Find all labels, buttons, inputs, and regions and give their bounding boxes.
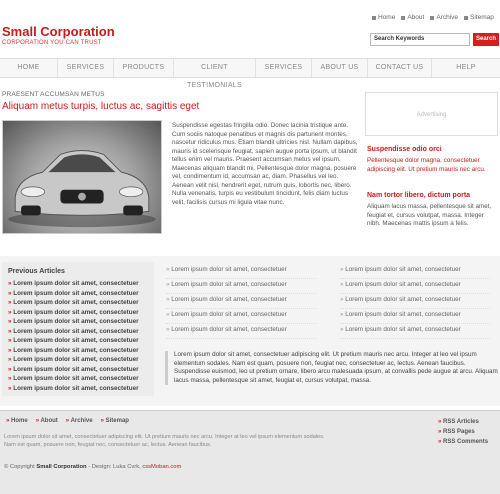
list-item[interactable]: Lorem ipsum dolor sit amet, consectetuer: [8, 365, 138, 375]
toplink-archive[interactable]: Archive: [430, 14, 458, 21]
sidebar-text-2: Aliquam lacus massa, pellentesque sit am…: [367, 203, 492, 227]
list-item[interactable]: Lorem ipsum dolor sit amet, consectetuer: [166, 309, 316, 324]
rss-links: RSS Articles RSS Pages RSS Comments: [438, 417, 488, 447]
nav-products[interactable]: PRODUCTS: [114, 59, 174, 77]
toplink-about[interactable]: About: [401, 14, 424, 21]
search-input[interactable]: Search Keywords: [370, 33, 470, 46]
list-item[interactable]: Lorem ipsum dolor sit amet, consectetuer: [166, 324, 316, 339]
links-column-2: Lorem ipsum dolor sit amet, consectetuer…: [340, 264, 490, 339]
list-item[interactable]: Lorem ipsum dolor sit amet, consectetuer: [8, 298, 138, 308]
rss-articles-link[interactable]: RSS Articles: [438, 417, 488, 427]
list-item[interactable]: Lorem ipsum dolor sit amet, consectetuer: [340, 294, 490, 309]
nav-about-us[interactable]: ABOUT US: [312, 59, 368, 77]
nav-services[interactable]: SERVICES: [58, 59, 114, 77]
list-item[interactable]: Lorem ipsum dolor sit amet, consectetuer: [166, 264, 316, 279]
list-item[interactable]: Lorem ipsum dolor sit amet, consectetuer: [8, 317, 138, 327]
rss-pages-link[interactable]: RSS Pages: [438, 427, 488, 437]
list-item[interactable]: Lorem ipsum dolor sit amet, consectetuer: [166, 279, 316, 294]
toplink-home[interactable]: Home: [372, 14, 395, 21]
footer-link-about[interactable]: About: [36, 418, 57, 424]
bullet-icon: [372, 15, 376, 20]
quote-block: Lorem ipsum dolor sit amet, consectetuer…: [165, 351, 498, 385]
breadcrumb: PRAESENT ACCUMSAN METUS: [2, 91, 105, 98]
previous-articles-title: Previous Articles: [8, 268, 65, 275]
list-item[interactable]: Lorem ipsum dolor sit amet, consectetuer: [8, 346, 138, 356]
list-item[interactable]: Lorem ipsum dolor sit amet, consectetuer: [8, 308, 138, 318]
car-photo: [2, 120, 162, 234]
footer-link-archive[interactable]: Archive: [66, 418, 93, 424]
sidebar-title-2[interactable]: Nam tortor libero, dictum porta: [367, 192, 470, 199]
bullet-icon: [430, 15, 435, 20]
list-item[interactable]: Lorem ipsum dolor sit amet, consectetuer: [8, 355, 138, 365]
designer-link[interactable]: cssMoban.com: [142, 464, 181, 470]
bullet-icon: [464, 15, 469, 20]
links-column-1: Lorem ipsum dolor sit amet, consectetuer…: [166, 264, 316, 339]
footer-link-home[interactable]: Home: [6, 418, 28, 424]
article-body: Suspendisse egestas fringilla odio. Done…: [172, 122, 358, 206]
list-item[interactable]: Lorem ipsum dolor sit amet, consectetuer: [340, 309, 490, 324]
footer-text: Lorem ipsum dolor sit amet, consectetuer…: [4, 434, 325, 448]
top-links: Home About Archive Sitemap: [372, 14, 494, 21]
toplink-sitemap[interactable]: Sitemap: [464, 14, 494, 21]
header: Small Corporation CORPORATION YOU CAN TR…: [0, 0, 500, 55]
list-item[interactable]: Lorem ipsum dolor sit amet, consectetuer: [8, 384, 138, 394]
list-item[interactable]: Lorem ipsum dolor sit amet, consectetuer: [340, 264, 490, 279]
list-item[interactable]: Lorem ipsum dolor sit amet, consectetuer: [8, 336, 138, 346]
nav-contact-us[interactable]: CONTACT US: [368, 59, 432, 77]
previous-articles-list: Lorem ipsum dolor sit amet, consectetuer…: [8, 279, 138, 394]
search-button[interactable]: Search: [473, 33, 499, 46]
site-logo[interactable]: Small Corporation: [2, 24, 115, 39]
rss-comments-link[interactable]: RSS Comments: [438, 437, 488, 447]
main-nav: HOME SERVICES PRODUCTS CLIENT TESTIMONIA…: [0, 58, 500, 89]
list-item[interactable]: Lorem ipsum dolor sit amet, consectetuer: [8, 289, 138, 299]
list-item[interactable]: Lorem ipsum dolor sit amet, consectetuer: [8, 279, 138, 289]
site-tagline: CORPORATION YOU CAN TRUST: [2, 40, 102, 46]
copyright: © Copyright Small Corporation - Design: …: [4, 464, 182, 470]
list-item[interactable]: Lorem ipsum dolor sit amet, consectetuer: [340, 279, 490, 294]
nav-home[interactable]: HOME: [0, 59, 58, 77]
nav-client-testimonials[interactable]: CLIENT TESTIMONIALS: [174, 59, 256, 89]
list-item[interactable]: Lorem ipsum dolor sit amet, consectetuer: [340, 324, 490, 339]
company-name: Small Corporation: [36, 464, 87, 470]
advertising-box[interactable]: Advertising: [365, 92, 498, 136]
list-item[interactable]: Lorem ipsum dolor sit amet, consectetuer: [8, 327, 138, 337]
list-item[interactable]: Lorem ipsum dolor sit amet, consectetuer: [8, 374, 138, 384]
sidebar-title-1[interactable]: Suspendisse odio orci: [367, 146, 442, 153]
bullet-icon: [401, 15, 406, 20]
article-headline[interactable]: Aliquam metus turpis, luctus ac, sagitti…: [2, 101, 199, 112]
car-illustration: [8, 149, 156, 228]
list-item[interactable]: Lorem ipsum dolor sit amet, consectetuer: [166, 294, 316, 309]
nav-services-2[interactable]: SERVICES: [256, 59, 312, 77]
nav-help[interactable]: HELP: [432, 59, 500, 77]
sidebar-text-1: Pellentesque dolor magna, consectetuer a…: [367, 157, 486, 173]
footer-links: Home About Archive Sitemap: [6, 418, 129, 424]
footer-link-sitemap[interactable]: Sitemap: [101, 418, 129, 424]
